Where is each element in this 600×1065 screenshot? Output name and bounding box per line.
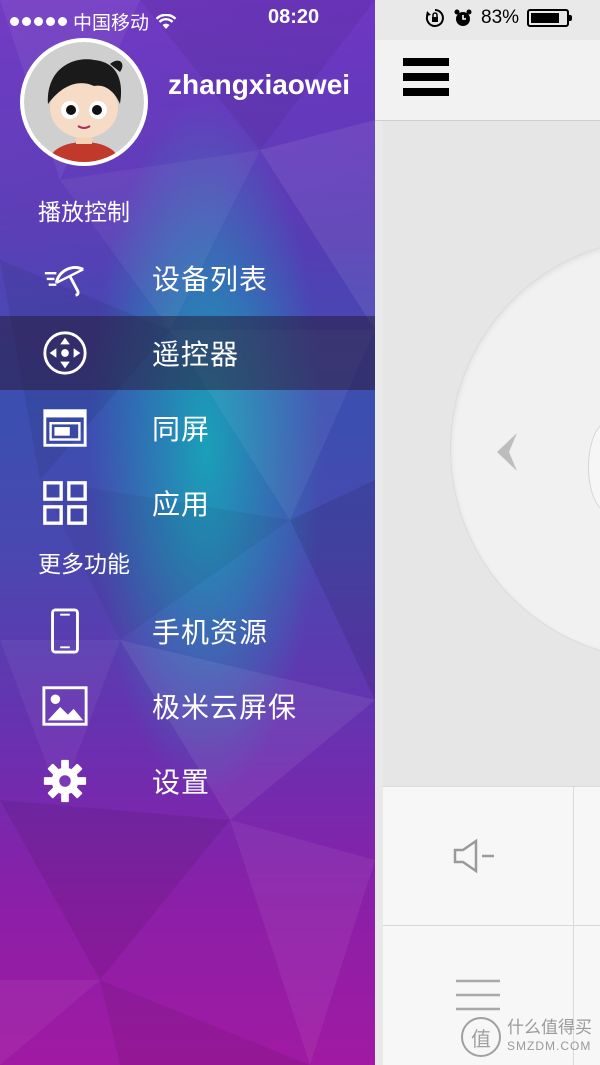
image-icon <box>40 681 90 731</box>
section-heading-playback: 播放控制 <box>38 200 130 226</box>
umbrella-signal-icon <box>40 253 90 303</box>
gear-icon <box>40 756 90 806</box>
dpad-icon <box>40 328 90 378</box>
menu-label: 同屏 <box>152 413 211 446</box>
watermark-text: 什么值得买 SMZDM.COM <box>507 1019 592 1055</box>
rotation-lock-icon <box>425 9 444 27</box>
hamburger-menu-icon[interactable] <box>403 58 449 100</box>
dpad-left-arrow-icon[interactable] <box>495 431 519 473</box>
menu-item-device-list[interactable]: 设备列表 <box>0 241 375 315</box>
phone-icon <box>40 606 90 656</box>
cartoon-boy-avatar-icon <box>24 42 144 162</box>
menu-item-cloud-screensaver[interactable]: 极米云屏保 <box>0 669 375 743</box>
top-nav-bar <box>375 40 600 121</box>
dpad-dial[interactable] <box>451 239 600 659</box>
watermark-cn: 什么值得买 <box>507 1018 592 1038</box>
alarm-clock-icon <box>454 9 472 26</box>
menu-label: 设备列表 <box>152 263 269 296</box>
status-bar-right: 83% <box>425 7 573 29</box>
status-time: 08:20 <box>268 6 320 28</box>
dpad-area <box>383 121 600 786</box>
username[interactable]: zhangxiaowei <box>168 66 358 104</box>
avatar[interactable] <box>20 38 148 166</box>
menu-label: 设置 <box>152 766 211 799</box>
volume-down-button[interactable] <box>383 787 573 925</box>
menu-item-settings[interactable]: 设置 <box>0 744 375 818</box>
status-bar-left: 中国移动 <box>10 8 177 35</box>
wifi-icon <box>155 13 177 29</box>
menu-item-apps[interactable]: 应用 <box>0 466 375 540</box>
menu-label: 手机资源 <box>152 616 269 649</box>
battery-icon <box>527 9 573 27</box>
watermark-en: SMZDM.COM <box>507 1039 592 1053</box>
watermark-logo: 值 <box>461 1017 501 1057</box>
menu-item-phone-resources[interactable]: 手机资源 <box>0 594 375 668</box>
menu-item-remote-control[interactable]: 遥控器 <box>0 316 375 390</box>
apps-grid-icon <box>40 478 90 528</box>
watermark: 值 什么值得买 SMZDM.COM <box>461 1017 592 1057</box>
menu-label: 遥控器 <box>152 338 240 371</box>
menu-lines-icon <box>456 979 500 1011</box>
carrier-name: 中国移动 <box>73 13 150 34</box>
signal-strength-icon <box>10 17 67 26</box>
navigation-drawer: 中国移动 08:20 zhangxiaowei 播放控制 设备列表 遥控器 同屏… <box>0 0 375 1065</box>
volume-down-icon <box>453 838 494 874</box>
screen-mirror-icon <box>40 403 90 453</box>
menu-item-screen-mirror[interactable]: 同屏 <box>0 391 375 465</box>
section-heading-more: 更多功能 <box>38 552 130 578</box>
battery-percentage: 83% <box>481 7 520 28</box>
battery-fill <box>531 13 560 23</box>
menu-label: 极米云屏保 <box>152 691 298 724</box>
menu-label: 应用 <box>152 488 211 521</box>
